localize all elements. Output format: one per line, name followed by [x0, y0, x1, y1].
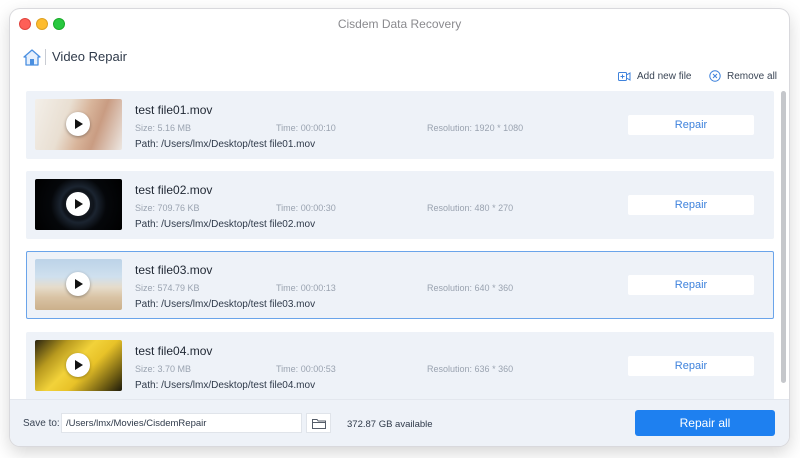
- file-resolution: Resolution: 1920 * 1080: [427, 123, 524, 133]
- app-window: Cisdem Data Recovery Video Repair Add ne…: [10, 9, 789, 446]
- file-path: Path: /Users/lmx/Desktop/test file01.mov: [135, 139, 316, 150]
- scrollbar-thumb[interactable]: [781, 91, 786, 383]
- file-duration: Time: 00:00:10: [276, 123, 336, 133]
- video-thumbnail[interactable]: [35, 259, 122, 310]
- page-title: Video Repair: [52, 49, 127, 64]
- repair-button[interactable]: Repair: [628, 356, 754, 376]
- file-list: test file01.mov Size: 5.16 MB Time: 00:0…: [10, 91, 789, 399]
- footer-bar: Save to: 372.87 GB available Repair all: [10, 399, 789, 446]
- add-video-icon: [618, 71, 631, 81]
- file-row[interactable]: test file01.mov Size: 5.16 MB Time: 00:0…: [26, 91, 774, 159]
- play-icon[interactable]: [66, 192, 90, 216]
- file-path: Path: /Users/lmx/Desktop/test file02.mov: [135, 219, 316, 230]
- video-thumbnail[interactable]: [35, 99, 122, 150]
- video-thumbnail[interactable]: [35, 340, 122, 391]
- remove-all-button[interactable]: Remove all: [709, 69, 777, 83]
- file-resolution: Resolution: 640 * 360: [427, 283, 514, 293]
- available-space: 372.87 GB available: [347, 419, 433, 430]
- play-icon[interactable]: [66, 272, 90, 296]
- file-resolution: Resolution: 636 * 360: [427, 364, 514, 374]
- file-path: Path: /Users/lmx/Desktop/test file03.mov: [135, 299, 316, 310]
- window-title: Cisdem Data Recovery: [337, 17, 462, 31]
- file-row[interactable]: test file04.mov Size: 3.70 MB Time: 00:0…: [26, 332, 774, 399]
- home-icon[interactable]: [23, 49, 41, 66]
- save-to-label: Save to:: [23, 418, 60, 429]
- file-duration: Time: 00:00:30: [276, 203, 336, 213]
- remove-all-label: Remove all: [727, 70, 778, 82]
- save-path-field[interactable]: [61, 413, 302, 433]
- vertical-scrollbar[interactable]: [781, 91, 786, 391]
- repair-button[interactable]: Repair: [628, 195, 754, 215]
- remove-circle-icon: [709, 70, 721, 82]
- add-new-file-label: Add new file: [637, 70, 692, 82]
- play-icon[interactable]: [66, 112, 90, 136]
- add-new-file-button[interactable]: Add new file: [618, 69, 691, 83]
- file-row[interactable]: test file02.mov Size: 709.76 KB Time: 00…: [26, 171, 774, 239]
- repair-button[interactable]: Repair: [628, 275, 754, 295]
- folder-icon: [312, 419, 326, 429]
- file-name: test file03.mov: [135, 263, 213, 277]
- file-size: Size: 3.70 MB: [135, 364, 192, 374]
- video-thumbnail[interactable]: [35, 179, 122, 230]
- file-resolution: Resolution: 480 * 270: [427, 203, 514, 213]
- file-size: Size: 5.16 MB: [135, 123, 192, 133]
- play-icon[interactable]: [66, 353, 90, 377]
- file-name: test file02.mov: [135, 183, 213, 197]
- file-name: test file04.mov: [135, 344, 213, 358]
- browse-folder-button[interactable]: [306, 413, 331, 433]
- file-path: Path: /Users/lmx/Desktop/test file04.mov: [135, 380, 316, 391]
- repair-button[interactable]: Repair: [628, 115, 754, 135]
- file-row-selected[interactable]: test file03.mov Size: 574.79 KB Time: 00…: [26, 251, 774, 319]
- file-size: Size: 709.76 KB: [135, 203, 200, 213]
- title-bar: Cisdem Data Recovery: [10, 9, 789, 37]
- file-duration: Time: 00:00:13: [276, 283, 336, 293]
- repair-all-button[interactable]: Repair all: [635, 410, 775, 436]
- file-name: test file01.mov: [135, 103, 213, 117]
- file-size: Size: 574.79 KB: [135, 283, 200, 293]
- file-duration: Time: 00:00:53: [276, 364, 336, 374]
- breadcrumb-divider: [45, 49, 46, 65]
